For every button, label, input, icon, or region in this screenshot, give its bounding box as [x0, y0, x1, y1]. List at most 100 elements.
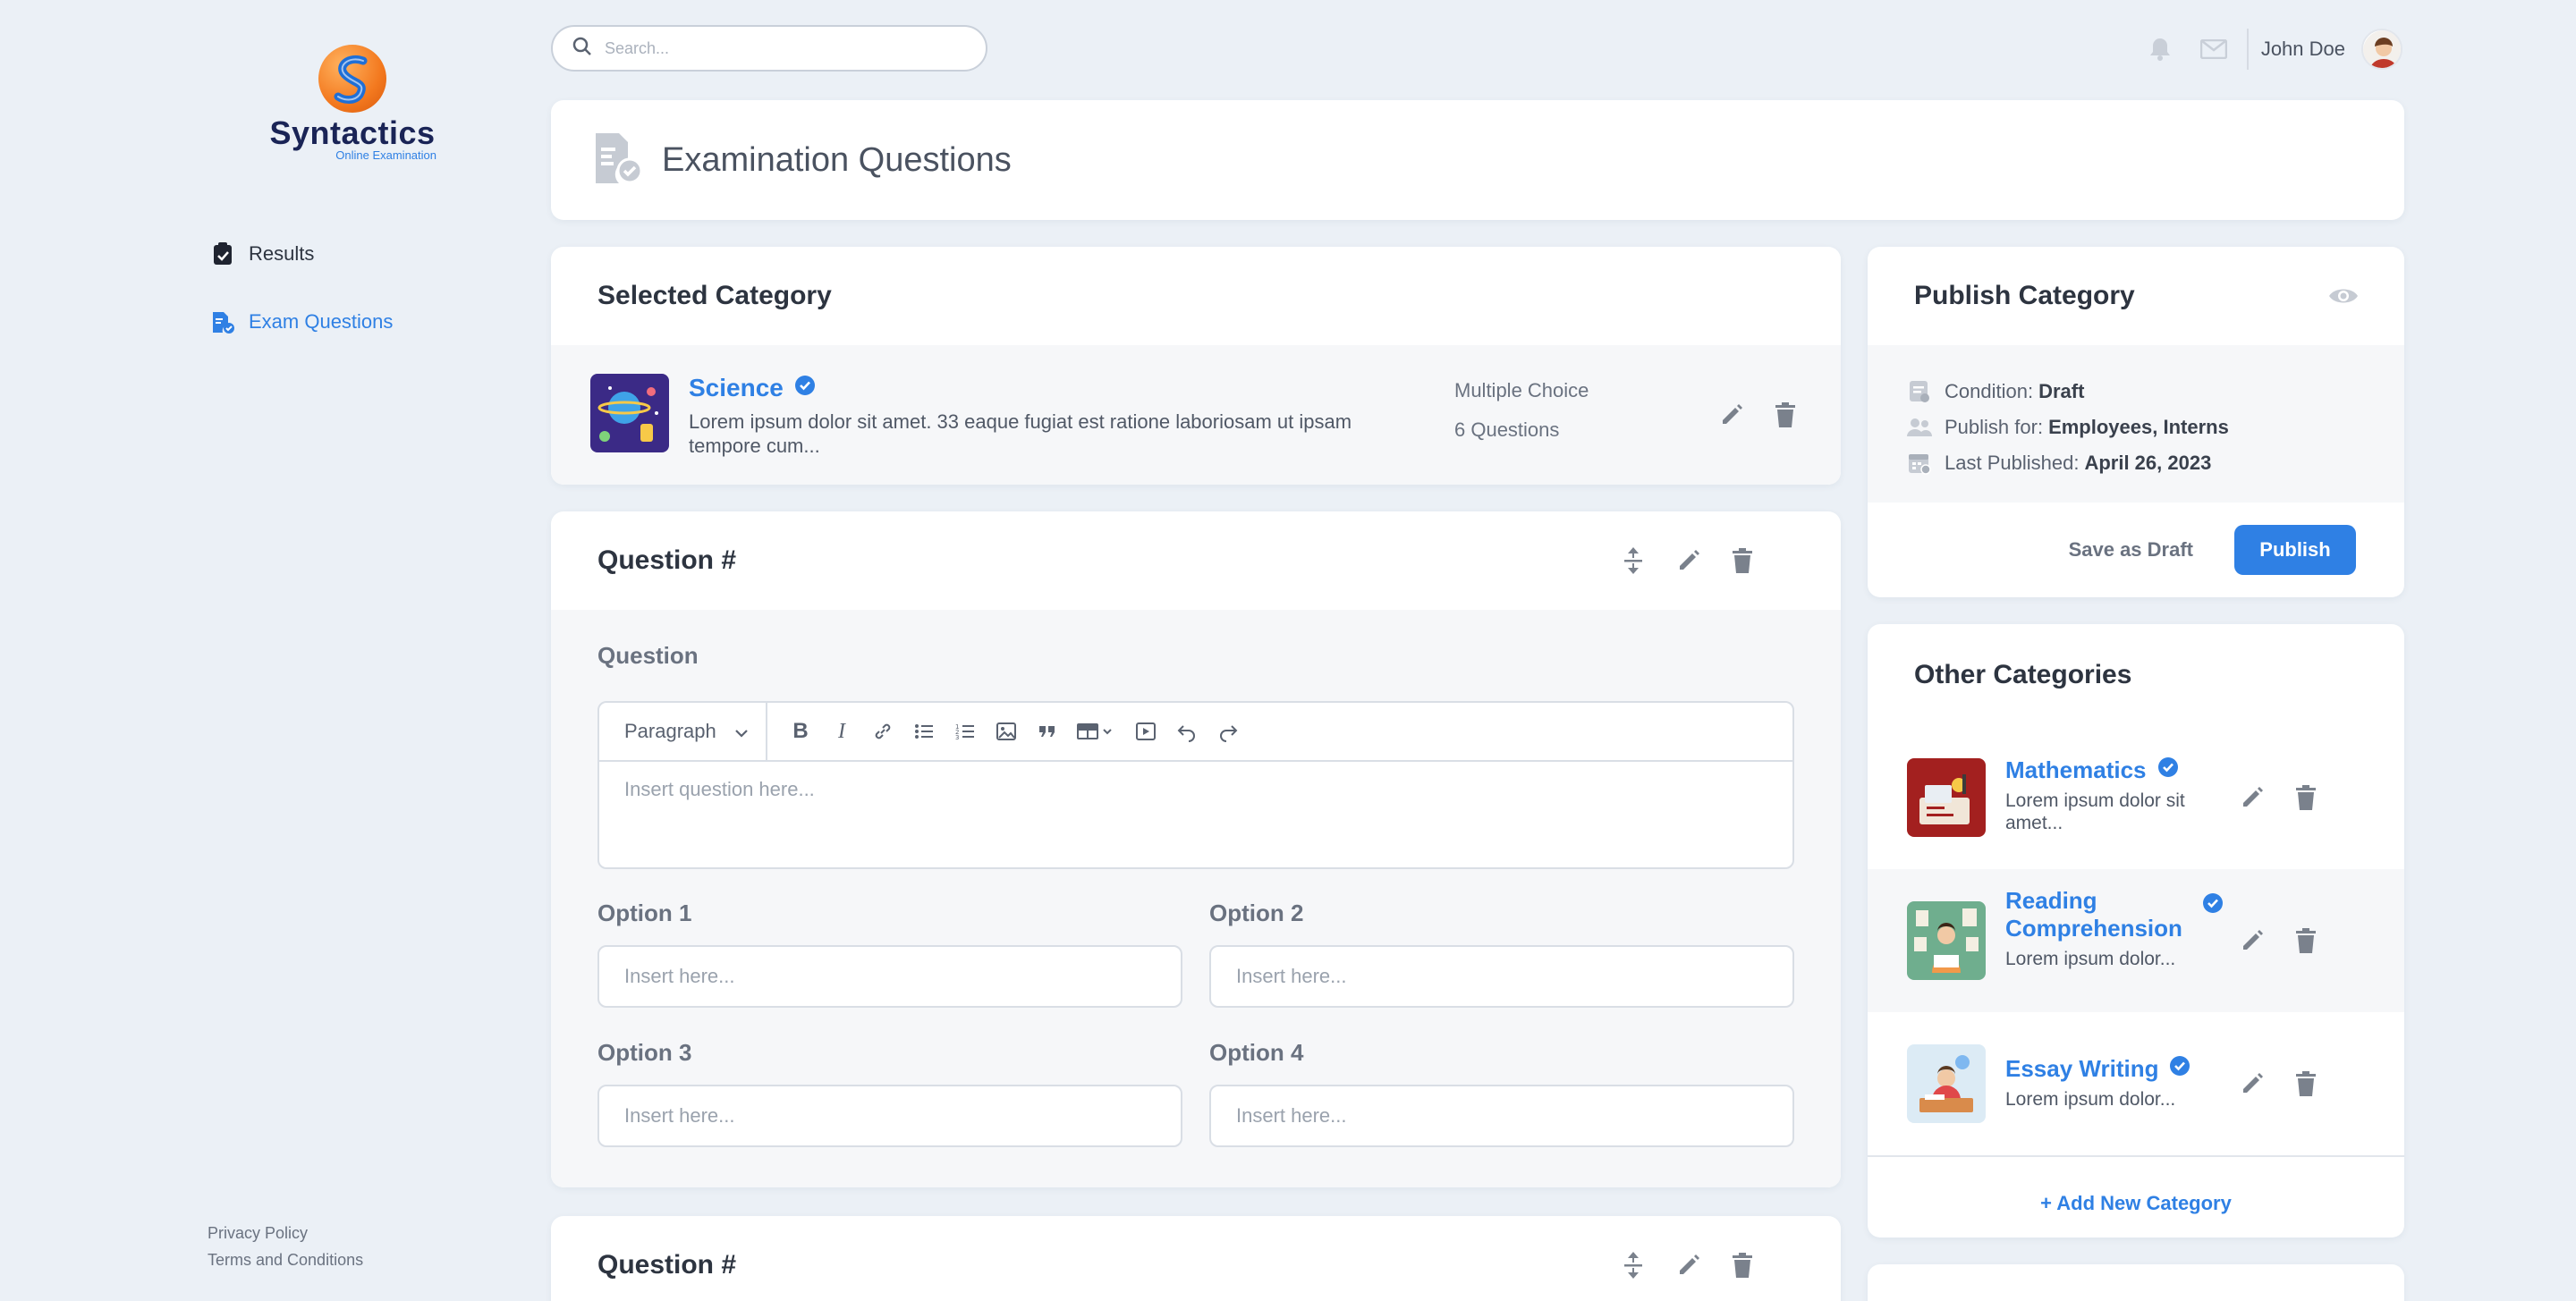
user-name[interactable]: John Doe	[2261, 38, 2345, 61]
trash-icon[interactable]	[2288, 780, 2324, 815]
category-description: Lorem ipsum dolor...	[2005, 949, 2176, 969]
user-bar: John Doe	[2122, 27, 2402, 72]
publish-for-value: Employees, Interns	[2048, 416, 2229, 438]
sidebar-item-results[interactable]: Results	[211, 238, 393, 270]
bold-icon[interactable]: B	[787, 718, 814, 745]
category-name[interactable]: Reading Comprehension	[2005, 887, 2238, 942]
bell-icon[interactable]	[2145, 34, 2175, 64]
verified-icon	[2202, 892, 2224, 920]
last-published-row: Last Published: April 26, 2023	[1907, 445, 2404, 481]
list-item[interactable]: Mathematics Lorem ipsum dolor sit amet..…	[1868, 726, 2404, 869]
brand-logo[interactable]: Syntactics Online Examination	[263, 45, 442, 162]
question-card: Question # Question Paragraph B I 123 In…	[551, 511, 1841, 1187]
question-card: Question #	[551, 1216, 1841, 1301]
category-name[interactable]: Science	[689, 374, 1404, 402]
collapse-icon[interactable]	[1615, 543, 1651, 579]
media-embed-icon[interactable]	[1132, 718, 1159, 745]
footer-links: Privacy Policy Terms and Conditions	[208, 1220, 363, 1273]
category-name-text: Essay Writing	[2005, 1055, 2159, 1082]
category-name-text: Mathematics	[2005, 756, 2147, 783]
table-icon[interactable]	[1075, 718, 1118, 745]
option-label: Option 4	[1209, 1039, 1304, 1066]
eye-icon[interactable]	[2326, 278, 2361, 314]
trash-icon[interactable]	[1724, 1247, 1760, 1283]
selected-category-card: Selected Category Science Lorem ipsum do…	[551, 247, 1841, 485]
add-new-category-button[interactable]: + Add New Category	[1868, 1155, 2404, 1238]
question-type: Multiple Choice	[1454, 379, 1589, 401]
sidebar-nav: Results Exam Questions	[211, 238, 393, 374]
trash-icon[interactable]	[2288, 923, 2324, 959]
option-label: Option 1	[597, 900, 692, 926]
option-label: Option 3	[597, 1039, 692, 1066]
edit-icon[interactable]	[1714, 397, 1750, 433]
science-thumbnail	[590, 374, 669, 452]
mail-icon[interactable]	[2199, 34, 2229, 64]
editor-toolbar: Paragraph B I 123	[599, 703, 1792, 762]
verified-icon	[794, 374, 816, 402]
category-name[interactable]: Essay Writing	[2005, 1055, 2238, 1083]
condition-value: Draft	[2038, 380, 2085, 402]
search-icon	[572, 37, 592, 61]
edit-icon[interactable]	[1671, 1247, 1707, 1283]
option-2: Option 2	[1209, 900, 1794, 1008]
search-bar	[551, 25, 987, 72]
publish-button[interactable]: Publish	[2234, 525, 2356, 575]
trash-icon[interactable]	[2288, 1066, 2324, 1102]
option-4-input[interactable]	[1209, 1085, 1794, 1147]
privacy-policy-link[interactable]: Privacy Policy	[208, 1220, 363, 1246]
category-name-text: Comprehension	[2005, 915, 2182, 942]
question-label: Question	[597, 642, 699, 669]
option-4: Option 4	[1209, 1039, 1794, 1147]
image-icon[interactable]	[993, 718, 1020, 745]
question-textarea[interactable]	[599, 762, 1792, 867]
list-item[interactable]: Essay Writing Lorem ipsum dolor...	[1868, 1012, 2404, 1155]
avatar[interactable]	[2361, 29, 2402, 70]
chevron-down-icon	[734, 720, 749, 743]
publish-for-label: Publish for:	[1945, 416, 2044, 438]
svg-text:3: 3	[955, 734, 959, 741]
collapse-icon[interactable]	[1615, 1247, 1651, 1283]
undo-icon[interactable]	[1174, 718, 1200, 745]
essay-writing-thumbnail	[1907, 1044, 1986, 1123]
option-1: Option 1	[597, 900, 1182, 1008]
last-published-label: Last Published:	[1945, 452, 2080, 474]
option-2-input[interactable]	[1209, 945, 1794, 1008]
condition-label: Condition:	[1945, 380, 2034, 402]
category-name-text: Reading	[2005, 887, 2097, 914]
italic-icon[interactable]: I	[828, 718, 855, 745]
last-published-value: April 26, 2023	[2084, 452, 2212, 474]
verified-icon	[2169, 1055, 2190, 1083]
option-1-input[interactable]	[597, 945, 1182, 1008]
terms-link[interactable]: Terms and Conditions	[208, 1246, 363, 1273]
blockquote-icon[interactable]	[1034, 718, 1061, 745]
edit-icon[interactable]	[2234, 780, 2270, 815]
category-description: Lorem ipsum dolor...	[2005, 1089, 2176, 1110]
sidebar-item-label: Exam Questions	[249, 310, 394, 333]
card-stub	[1868, 1264, 2404, 1301]
trash-icon[interactable]	[1724, 543, 1760, 579]
bullet-list-icon[interactable]	[911, 718, 937, 745]
card-title: Question #	[597, 1250, 737, 1280]
category-description: Lorem ipsum dolor sit amet...	[2005, 790, 2185, 833]
edit-icon[interactable]	[2234, 1066, 2270, 1102]
search-input[interactable]	[605, 38, 945, 58]
redo-icon[interactable]	[1215, 718, 1241, 745]
trash-icon[interactable]	[1767, 397, 1803, 433]
brand-name: Syntactics	[269, 114, 436, 151]
edit-icon[interactable]	[2234, 923, 2270, 959]
category-name[interactable]: Mathematics	[2005, 756, 2238, 784]
save-as-draft-button[interactable]: Save as Draft	[2069, 538, 2193, 562]
list-item[interactable]: Reading Comprehension Lorem ipsum dolor.…	[1868, 869, 2404, 1012]
edit-icon[interactable]	[1671, 543, 1707, 579]
paragraph-select[interactable]: Paragraph	[599, 703, 767, 760]
option-3-input[interactable]	[597, 1085, 1182, 1147]
link-icon[interactable]	[869, 718, 896, 745]
card-title: Selected Category	[597, 281, 832, 310]
sidebar-item-exam-questions[interactable]: Exam Questions	[211, 306, 393, 338]
numbered-list-icon[interactable]: 123	[952, 718, 979, 745]
category-name-text: Science	[689, 374, 784, 401]
card-title: Publish Category	[1914, 281, 2135, 310]
sidebar-item-label: Results	[249, 242, 315, 265]
question-count: 6 Questions	[1454, 418, 1560, 441]
document-check-icon	[211, 310, 234, 334]
